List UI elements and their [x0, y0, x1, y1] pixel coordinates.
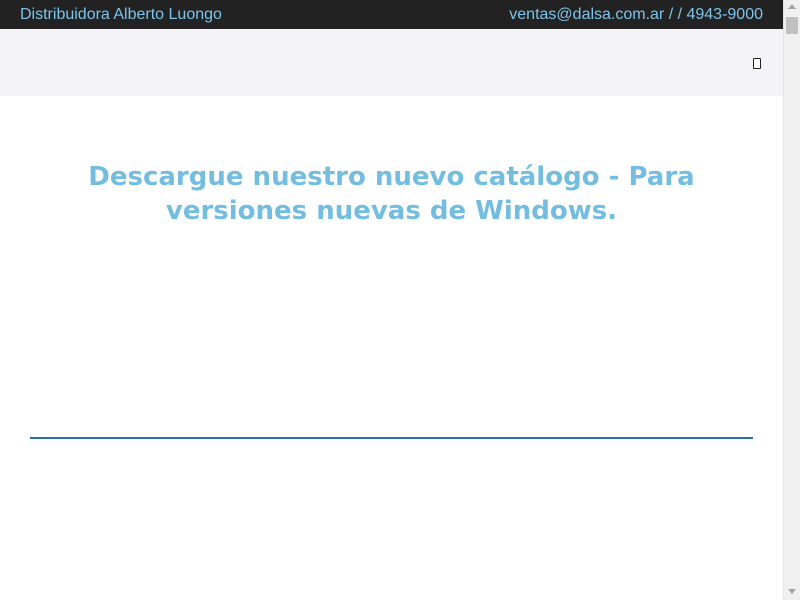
vertical-scrollbar[interactable] — [783, 0, 800, 600]
brand-name[interactable]: Distribuidora Alberto Luongo — [20, 0, 222, 29]
page: Distribuidora Alberto Luongo ventas@dals… — [0, 0, 783, 600]
catalog-headline: Descargue nuestro nuevo catálogo - Para … — [88, 162, 695, 226]
top-bar: Distribuidora Alberto Luongo ventas@dals… — [0, 0, 783, 29]
scrollbar-thumb[interactable] — [786, 17, 798, 34]
section-divider — [30, 437, 753, 439]
contact-info[interactable]: ventas@dalsa.com.ar / / 4943-9000 — [509, 0, 763, 29]
menu-toggle-button[interactable] — [750, 55, 764, 71]
navbar — [0, 29, 783, 96]
scroll-down-icon[interactable] — [788, 589, 796, 594]
scroll-up-icon[interactable] — [788, 4, 796, 9]
menu-toggle-icon — [753, 57, 761, 69]
